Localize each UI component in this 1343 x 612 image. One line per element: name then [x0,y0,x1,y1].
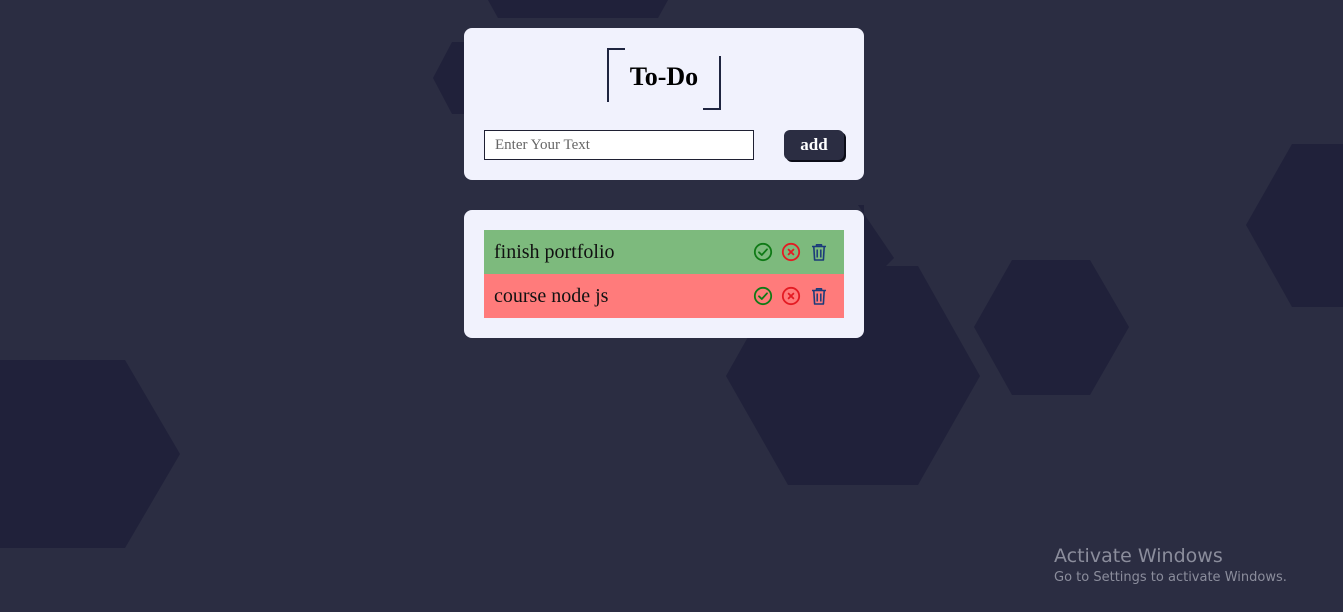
app-title: To-Do [629,62,699,91]
watermark-subtitle: Go to Settings to activate Windows. [1054,570,1287,585]
check-circle-icon[interactable] [752,285,774,307]
todo-item-text: course node js [494,284,609,307]
hexagon-shape [974,260,1129,395]
hexagon-shape [488,0,668,18]
hexagon-shape [0,360,180,548]
add-button[interactable]: add [784,130,844,160]
trash-icon[interactable] [808,285,830,307]
hexagon-shape [433,42,464,114]
x-circle-icon[interactable] [780,241,802,263]
trash-icon[interactable] [808,241,830,263]
app-title-frame: To-Do [607,48,721,110]
watermark-title: Activate Windows [1054,545,1223,567]
todo-item-text: finish portfolio [494,240,615,263]
todo-item: finish portfolio [484,230,844,274]
hexagon-shape [1246,144,1343,307]
todo-text-input[interactable] [484,130,754,160]
activate-windows-watermark: Activate Windows Go to Settings to activ… [1054,544,1287,588]
todo-item: course node js [484,274,844,318]
check-circle-icon[interactable] [752,241,774,263]
x-circle-icon[interactable] [780,285,802,307]
